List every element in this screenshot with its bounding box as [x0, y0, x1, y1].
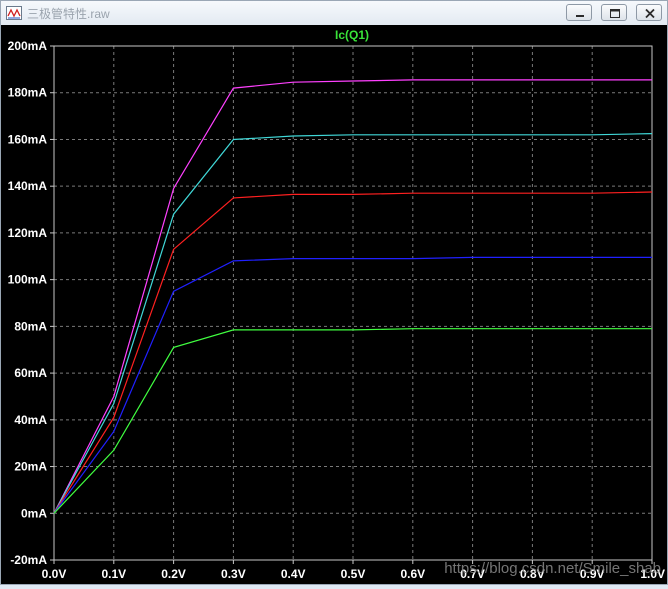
y-tick-label: 180mA	[8, 86, 48, 100]
x-tick-label: 0.2V	[161, 567, 186, 581]
waveform-window: 三极管特性.raw -20mA 0mA 20mA 40mA 60mA 80mA 100mA 1…	[0, 0, 668, 585]
grid-lines	[54, 46, 652, 560]
close-button[interactable]	[636, 4, 662, 21]
x-tick-label: 0.4V	[281, 567, 306, 581]
tick-labels: -20mA 0mA 20mA 40mA 60mA 80mA 100mA 120mA 140mA 1…	[8, 39, 665, 581]
y-tick-label: 80mA	[14, 319, 47, 333]
y-tick-label: -20mA	[10, 553, 47, 567]
ic-q1-plot[interactable]: -20mA 0mA 20mA 40mA 60mA 80mA 100mA 120mA 140mA 1…	[1, 25, 667, 584]
y-tick-label: 120mA	[8, 226, 48, 240]
plot-border	[53, 45, 653, 561]
y-tick-label: 40mA	[14, 413, 47, 427]
x-tick-label: 0.1V	[101, 567, 126, 581]
watermark-text: https://blog.csdn.net/Smile_shab	[444, 560, 661, 577]
y-tick-label: 140mA	[8, 179, 48, 193]
window-title: 三极管特性.raw	[27, 7, 110, 21]
x-tick-label: 0.3V	[221, 567, 246, 581]
plot-area[interactable]: -20mA 0mA 20mA 40mA 60mA 80mA 100mA 120mA 140mA 1…	[1, 25, 667, 584]
maximize-icon	[610, 9, 620, 18]
chart-title[interactable]: Ic(Q1)	[335, 28, 369, 42]
minimize-button[interactable]	[566, 4, 592, 21]
x-tick-label: 0.5V	[341, 567, 366, 581]
x-tick-label: 0.0V	[42, 567, 67, 581]
y-tick-label: 160mA	[8, 132, 48, 146]
x-tick-label: 0.6V	[400, 567, 425, 581]
maximize-button[interactable]	[601, 4, 627, 21]
y-tick-label: 100mA	[8, 273, 48, 287]
minimize-icon	[576, 15, 584, 17]
y-tick-label: 200mA	[8, 39, 48, 53]
waveform-app-icon	[6, 6, 22, 20]
y-tick-label: 20mA	[14, 460, 47, 474]
close-icon	[645, 8, 655, 19]
y-tick-label: 0mA	[21, 506, 47, 520]
title-bar[interactable]: 三极管特性.raw	[1, 1, 667, 26]
y-tick-label: 60mA	[14, 366, 47, 380]
